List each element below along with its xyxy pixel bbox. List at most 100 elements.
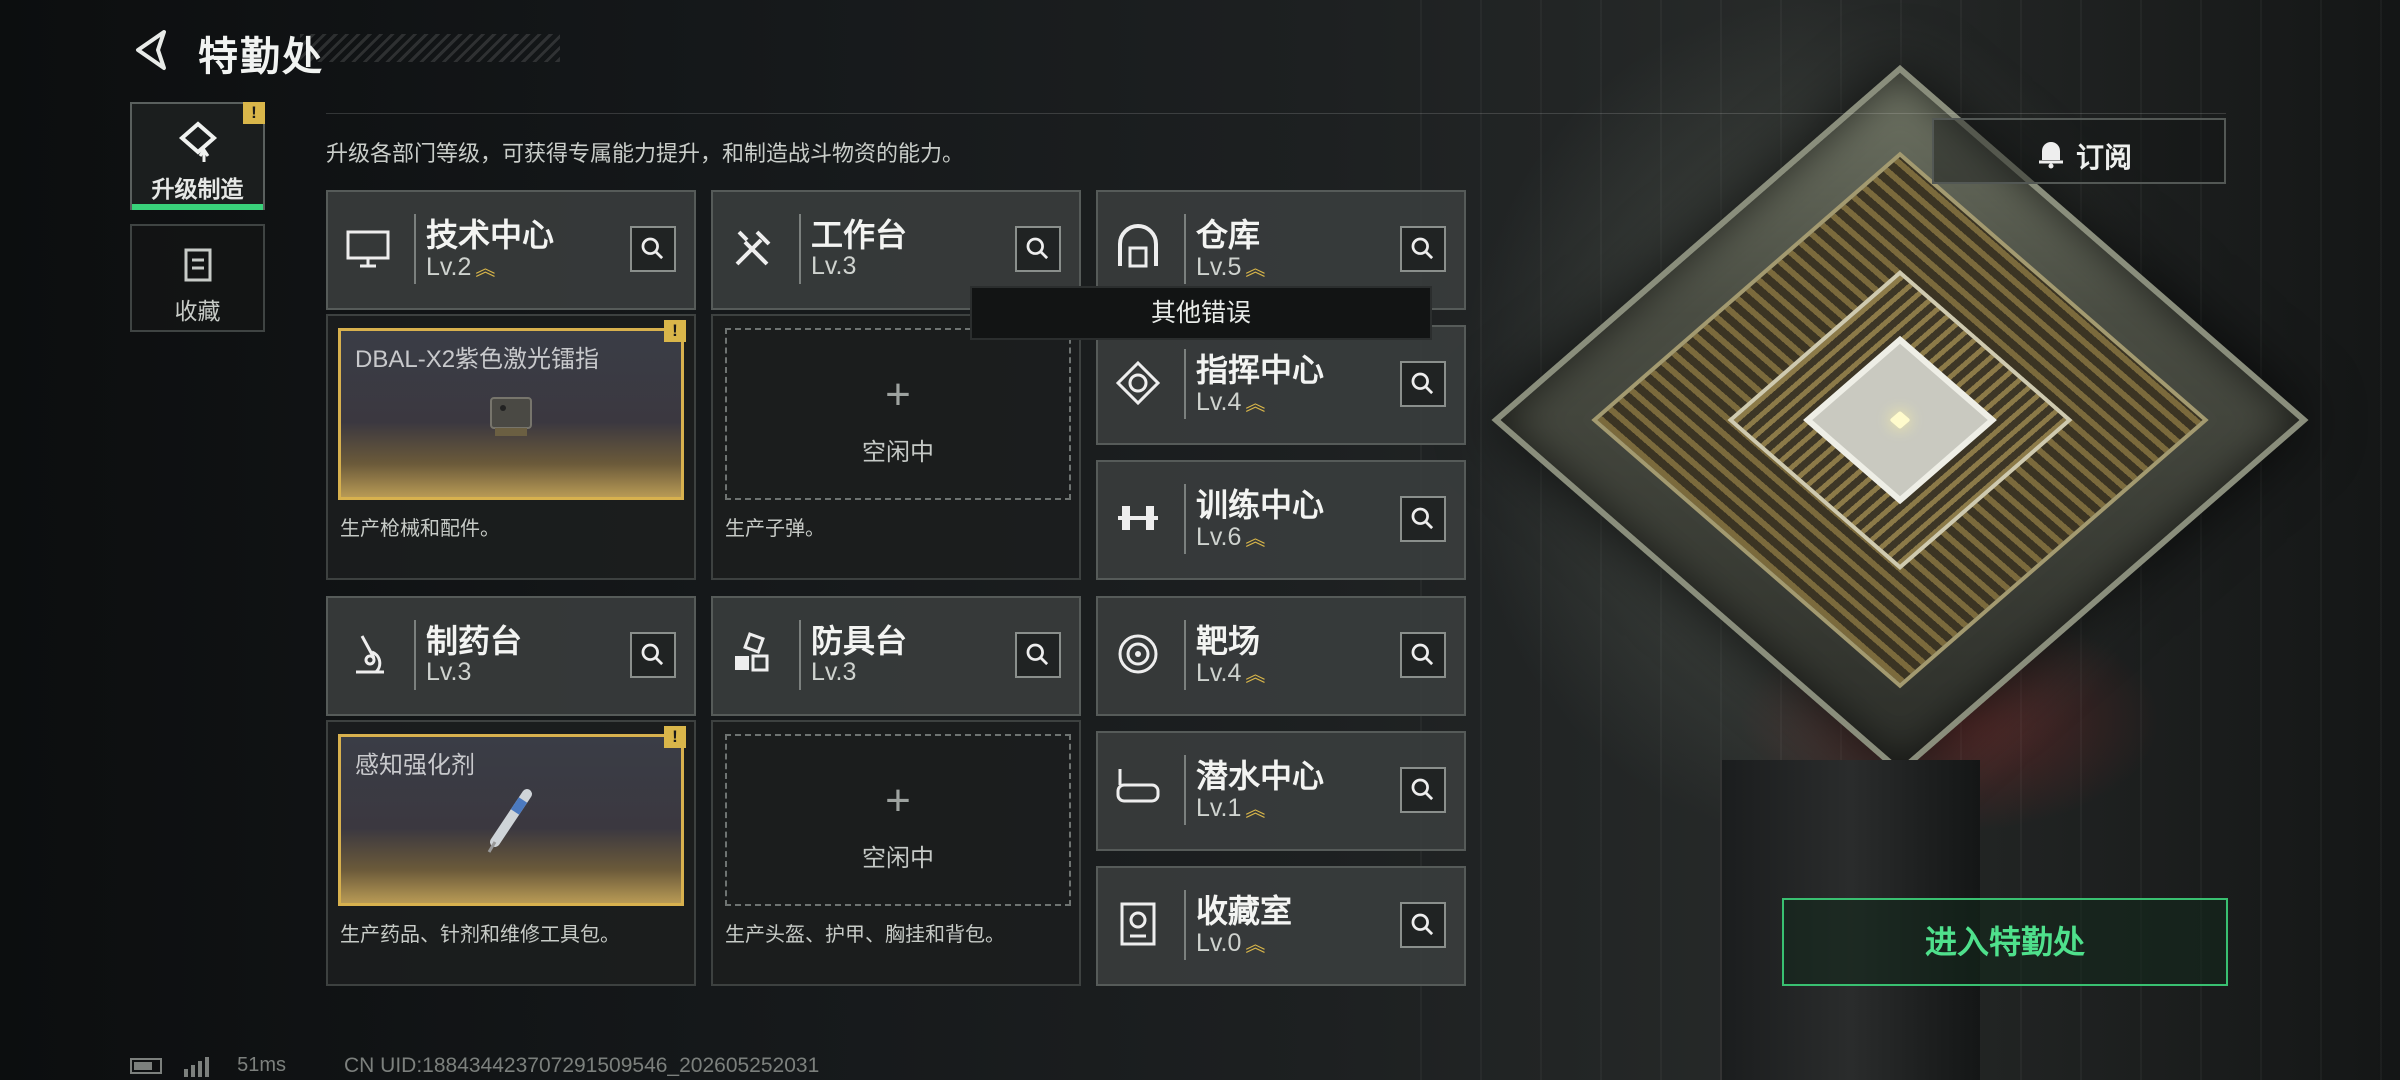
enter-special-ops-button[interactable]: 进入特勤处 [1782, 898, 2228, 986]
building-name: 收藏室 [1196, 893, 1293, 929]
page-title: 特勤处 [198, 35, 324, 79]
error-tooltip: 其他错误 [970, 286, 1432, 340]
search-icon[interactable] [630, 226, 676, 272]
upgrade-chevron-icon: ︽ [1245, 664, 1265, 686]
production-panel-pharmacy[interactable]: 感知强化剂 ! 生产药品、针剂和维修工具包。 [326, 720, 696, 986]
divider-line [326, 113, 2226, 114]
building-card-collection-room[interactable]: 收藏室 Lv.0 ︽ [1096, 866, 1466, 986]
building-card-command-center[interactable]: 指挥中心 Lv.4 ︽ [1096, 325, 1466, 445]
production-panel-tech-center[interactable]: DBAL-X2紫色激光镭指 ! 生产枪械和配件。 [326, 314, 696, 580]
production-description: 生产药品、针剂和维修工具包。 [340, 924, 620, 946]
status-bar: 51ms [130, 1054, 287, 1078]
card-divider [1184, 620, 1186, 690]
card-divider [1184, 755, 1186, 825]
laser-device-icon [490, 397, 532, 436]
alert-badge: ! [664, 320, 686, 342]
title-hatch-decoration [300, 34, 560, 62]
upgrade-chevron-icon: ︽ [1245, 258, 1265, 280]
monitor-icon [346, 230, 390, 268]
building-name: 防具台 [811, 623, 908, 659]
dumbbell-icon [1118, 506, 1158, 530]
diving-mask-icon [1116, 769, 1160, 803]
page-description: 升级各部门等级，可获得专属能力提升，和制造战斗物资的能力。 [326, 141, 965, 166]
idle-slot[interactable]: + 空闲中 [725, 328, 1071, 500]
building-name: 靶场 [1196, 623, 1261, 659]
idle-label: 空闲中 [862, 439, 934, 466]
building-level: Lv.3 [426, 658, 472, 686]
building-card-diving-center[interactable]: 潜水中心 Lv.1 ︽ [1096, 731, 1466, 851]
command-gear-icon [1115, 360, 1161, 406]
building-name: 指挥中心 [1196, 352, 1325, 388]
search-icon[interactable] [1400, 496, 1446, 542]
trophy-case-icon [1120, 902, 1156, 946]
card-divider [1184, 214, 1186, 284]
search-icon[interactable] [630, 632, 676, 678]
upgrade-chevron-icon: ︽ [1245, 528, 1265, 550]
building-name: 工作台 [811, 217, 908, 253]
subscribe-label: 订阅 [2076, 142, 2133, 173]
subscribe-button[interactable]: 订阅 [1932, 118, 2226, 184]
card-divider [799, 214, 801, 284]
building-level: Lv.3 [811, 658, 857, 686]
upgrade-chevron-icon: ︽ [1245, 934, 1265, 956]
plus-icon: + [885, 776, 911, 825]
alert-badge: ! [664, 726, 686, 748]
back-arrow-icon[interactable] [130, 26, 178, 74]
production-panel-workbench[interactable]: + 空闲中 生产子弹。 [711, 314, 1081, 580]
production-item-card[interactable]: DBAL-X2紫色激光镭指 [338, 328, 684, 500]
signal-icon [183, 1054, 212, 1078]
production-item-name: 感知强化剂 [355, 752, 475, 779]
cubes-icon [735, 632, 769, 672]
idle-slot[interactable]: + 空闲中 [725, 734, 1071, 906]
user-uid: CN UID:18843442370729150954​6_2026052520… [344, 1054, 820, 1077]
building-card-training-center[interactable]: 训练中心 Lv.6 ︽ [1096, 460, 1466, 580]
search-icon[interactable] [1400, 226, 1446, 272]
production-panel-armor-bench[interactable]: + 空闲中 生产头盔、护甲、胸挂和背包。 [711, 720, 1081, 986]
building-level: Lv.0 ︽ [1196, 929, 1265, 957]
search-icon[interactable] [1400, 361, 1446, 407]
tab-collection-label: 收藏 [174, 298, 221, 324]
card-divider [1184, 349, 1186, 419]
card-divider [799, 620, 801, 690]
production-description: 生产枪械和配件。 [340, 518, 500, 540]
building-name: 潜水中心 [1196, 758, 1325, 794]
search-icon[interactable] [1400, 767, 1446, 813]
building-card-shooting-range[interactable]: 靶场 Lv.4 ︽ [1096, 596, 1466, 716]
bell-icon [2039, 142, 2063, 169]
production-item-card[interactable]: 感知强化剂 [338, 734, 684, 906]
target-icon [1118, 634, 1158, 674]
building-level: Lv.1 ︽ [1196, 794, 1265, 822]
production-description: 生产头盔、护甲、胸挂和背包。 [725, 924, 1005, 946]
building-name: 技术中心 [426, 217, 555, 253]
upgrade-chevron-icon: ︽ [475, 258, 495, 280]
search-icon[interactable] [1015, 632, 1061, 678]
active-tab-indicator [132, 204, 263, 210]
building-name: 制药台 [426, 623, 523, 659]
building-card-armor-bench[interactable]: 防具台 Lv.3 [711, 596, 1081, 716]
search-icon[interactable] [1015, 226, 1061, 272]
ping-value: 51ms [237, 1054, 287, 1076]
building-name: 训练中心 [1196, 487, 1325, 523]
building-name: 仓库 [1196, 217, 1261, 253]
building-level: Lv.3 [811, 252, 857, 280]
building-card-tech-center[interactable]: 技术中心 Lv.2 ︽ [326, 190, 696, 310]
tab-collection[interactable]: 收藏 [130, 224, 265, 332]
search-icon[interactable] [1400, 902, 1446, 948]
search-icon[interactable] [1400, 632, 1446, 678]
card-divider [414, 214, 416, 284]
card-divider [1184, 484, 1186, 554]
production-description: 生产子弹。 [725, 518, 825, 540]
upgrade-chevron-icon: ︽ [1245, 799, 1265, 821]
building-level: Lv.5 ︽ [1196, 253, 1265, 281]
alert-badge: ! [243, 102, 265, 124]
production-item-name: DBAL-X2紫色激光镭指 [355, 346, 600, 373]
tab-upgrade-craft[interactable]: 升级制造 ! [130, 102, 265, 210]
battery-icon [130, 1057, 162, 1074]
upgrade-chevron-icon: ︽ [1245, 393, 1265, 415]
building-level: Lv.4 ︽ [1196, 388, 1265, 416]
building-card-pharmacy[interactable]: 制药台 Lv.3 [326, 596, 696, 716]
collection-icon [184, 248, 211, 282]
upgrade-icon [178, 121, 217, 162]
building-level: Lv.4 ︽ [1196, 659, 1265, 687]
warehouse-icon [1118, 224, 1158, 268]
